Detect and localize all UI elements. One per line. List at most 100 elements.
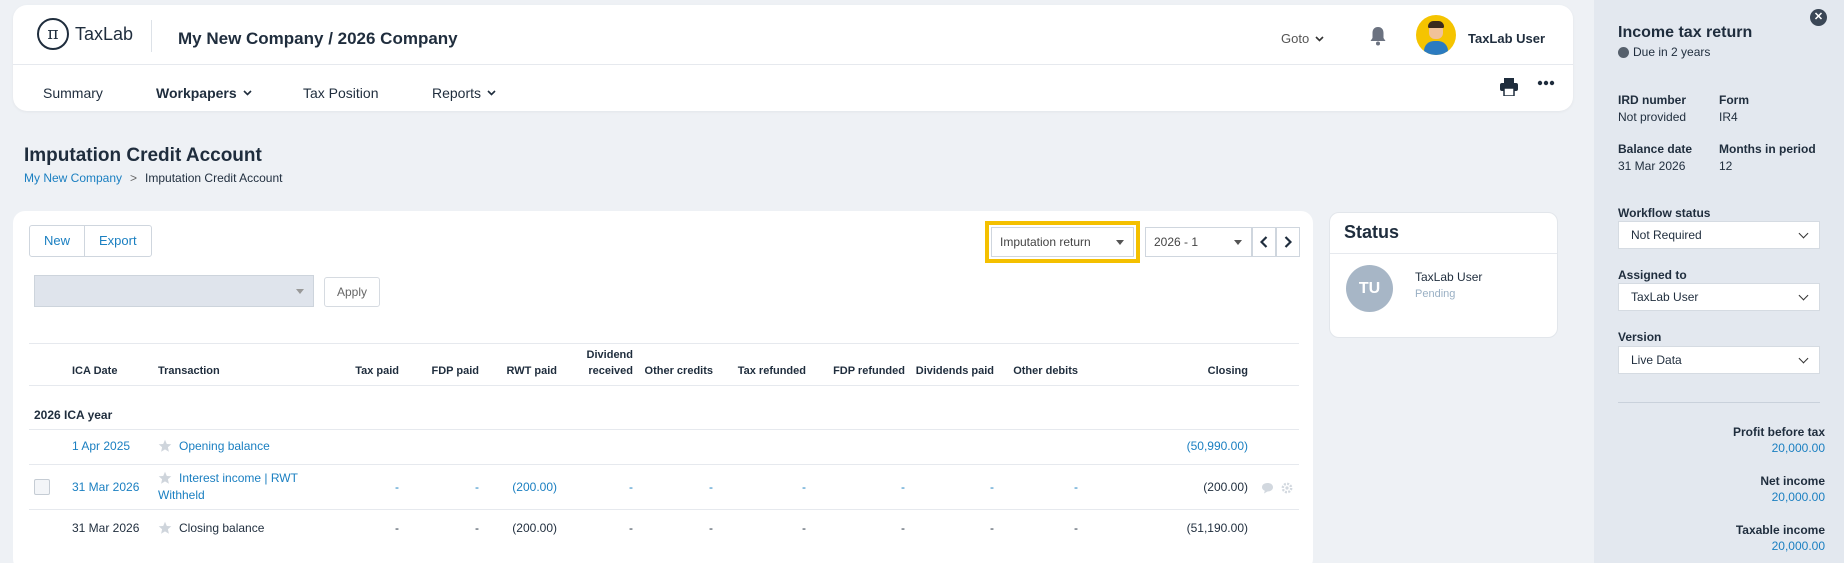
caret-down-icon bbox=[1116, 240, 1124, 245]
page-title: Imputation Credit Account bbox=[24, 145, 262, 166]
next-period-button[interactable] bbox=[1276, 227, 1300, 257]
nav-reports-label: Reports bbox=[432, 85, 482, 101]
net-income-label: Net income bbox=[1760, 474, 1825, 488]
user-name[interactable]: TaxLab User bbox=[1468, 31, 1545, 46]
period-select[interactable]: 2026 - 1 bbox=[1145, 227, 1252, 257]
row-other-credits[interactable]: - bbox=[633, 480, 713, 494]
row-transaction: Closing balance bbox=[179, 521, 265, 535]
assignee-avatar: TU bbox=[1346, 265, 1393, 312]
workflow-status-select[interactable]: Not Required bbox=[1618, 221, 1820, 249]
assignee-name: TaxLab User bbox=[1415, 270, 1483, 284]
header-separator bbox=[13, 64, 1573, 65]
row-fdp-paid[interactable]: - bbox=[413, 480, 479, 494]
row-border bbox=[29, 464, 1299, 465]
row-fdp-refunded[interactable]: - bbox=[810, 480, 905, 494]
chevron-down-icon bbox=[487, 90, 496, 96]
col-tax-refunded: Tax refunded bbox=[737, 365, 806, 377]
table-top-border bbox=[29, 343, 1299, 344]
nav-tax-position[interactable]: Tax Position bbox=[303, 85, 378, 101]
row-tax-paid: - bbox=[395, 521, 399, 535]
row-tax-refunded[interactable]: - bbox=[718, 480, 806, 494]
form-value: IR4 bbox=[1719, 110, 1738, 124]
panel-divider bbox=[1618, 402, 1820, 403]
caret-down-icon bbox=[1234, 240, 1242, 245]
row-transaction[interactable]: Opening balance bbox=[179, 439, 270, 453]
row-dividend-received[interactable]: - bbox=[573, 480, 633, 494]
user-avatar[interactable] bbox=[1416, 15, 1456, 55]
nav-reports[interactable]: Reports bbox=[432, 85, 496, 101]
chevron-down-icon bbox=[1798, 290, 1809, 301]
chevron-down-icon bbox=[1798, 228, 1809, 239]
chevron-down-icon bbox=[1315, 35, 1324, 42]
top-header: π TaxLab My New Company / 2026 Company G… bbox=[13, 5, 1573, 111]
status-card: Status TU TaxLab User Pending bbox=[1329, 212, 1558, 338]
row-fdp-refunded: - bbox=[901, 521, 905, 535]
net-income-value[interactable]: 20,000.00 bbox=[1772, 490, 1825, 504]
row-fdp-paid: - bbox=[475, 521, 479, 535]
taxable-income-value[interactable]: 20,000.00 bbox=[1772, 539, 1825, 553]
nav-summary[interactable]: Summary bbox=[43, 85, 103, 101]
version-select[interactable]: Live Data bbox=[1618, 346, 1820, 374]
row-rwt-paid[interactable]: (200.00) bbox=[493, 480, 557, 494]
nav-summary-label: Summary bbox=[43, 85, 103, 101]
col-dividends-paid: Dividends paid bbox=[915, 365, 994, 377]
col-transaction: Transaction bbox=[158, 365, 220, 377]
balance-date-label: Balance date bbox=[1618, 142, 1693, 156]
nav-tax-position-label: Tax Position bbox=[303, 85, 379, 101]
col-fdp-paid: FDP paid bbox=[431, 365, 479, 377]
gear-icon[interactable] bbox=[1281, 482, 1293, 494]
row-transaction-line1[interactable]: Interest income | RWT bbox=[179, 471, 298, 485]
comment-icon[interactable] bbox=[1261, 482, 1274, 494]
nav-workpapers-label: Workpapers bbox=[156, 85, 237, 101]
star-icon[interactable] bbox=[158, 471, 172, 485]
prev-period-button[interactable] bbox=[1252, 227, 1276, 257]
assigned-to-select[interactable]: TaxLab User bbox=[1618, 283, 1820, 311]
col-closing: Closing bbox=[1207, 365, 1248, 377]
chevron-left-icon bbox=[1259, 236, 1268, 248]
profit-value[interactable]: 20,000.00 bbox=[1772, 441, 1825, 455]
row-checkbox[interactable] bbox=[34, 479, 50, 495]
bell-icon[interactable] bbox=[1369, 26, 1387, 46]
row-closing: (200.00) bbox=[1203, 480, 1248, 494]
row-transaction-line2[interactable]: Withheld bbox=[158, 488, 205, 502]
filter-select[interactable] bbox=[34, 275, 314, 307]
goto-menu[interactable]: Goto bbox=[1281, 31, 1324, 46]
action-buttons: New Export bbox=[29, 225, 152, 257]
breadcrumb-company-link[interactable]: My New Company bbox=[24, 171, 122, 185]
export-button[interactable]: Export bbox=[85, 226, 151, 256]
col-dividend-received-line1: Dividend bbox=[586, 349, 633, 361]
period-value: 2026 - 1 bbox=[1154, 235, 1199, 249]
row-tax-refunded: - bbox=[802, 521, 806, 535]
row-dividends-paid[interactable]: - bbox=[903, 480, 994, 494]
row-date[interactable]: 1 Apr 2025 bbox=[72, 439, 130, 453]
new-button[interactable]: New bbox=[30, 226, 86, 256]
workflow-status-value: Not Required bbox=[1631, 228, 1702, 242]
row-date[interactable]: 31 Mar 2026 bbox=[72, 480, 139, 494]
months-label: Months in period bbox=[1719, 142, 1816, 156]
row-other-debits[interactable]: - bbox=[998, 480, 1078, 494]
row-dividends-paid: - bbox=[990, 521, 994, 535]
panel-title: Income tax return bbox=[1618, 24, 1753, 41]
profit-label: Profit before tax bbox=[1732, 425, 1825, 439]
col-fdp-refunded: FDP refunded bbox=[833, 365, 905, 377]
more-options-icon[interactable] bbox=[1537, 80, 1555, 86]
row-tax-paid[interactable]: - bbox=[331, 480, 399, 494]
header-divider bbox=[151, 20, 152, 52]
status-divider bbox=[1330, 253, 1557, 254]
return-type-value: Imputation return bbox=[1000, 235, 1091, 249]
close-icon[interactable]: ✕ bbox=[1810, 9, 1827, 26]
company-title: My New Company / 2026 Company bbox=[178, 29, 458, 48]
row-date: 31 Mar 2026 bbox=[72, 521, 140, 535]
star-icon bbox=[158, 521, 172, 534]
group-label: 2026 ICA year bbox=[34, 408, 113, 422]
months-value: 12 bbox=[1719, 159, 1733, 173]
apply-button[interactable]: Apply bbox=[324, 277, 380, 307]
caret-down-icon bbox=[296, 289, 304, 294]
return-type-select[interactable]: Imputation return bbox=[991, 227, 1134, 257]
printer-icon[interactable] bbox=[1499, 78, 1519, 96]
row-closing[interactable]: (50,990.00) bbox=[1143, 439, 1248, 453]
goto-label: Goto bbox=[1281, 31, 1310, 46]
taxlab-logo[interactable]: π TaxLab bbox=[37, 18, 133, 50]
star-icon[interactable] bbox=[158, 439, 172, 453]
nav-workpapers[interactable]: Workpapers bbox=[156, 85, 252, 101]
